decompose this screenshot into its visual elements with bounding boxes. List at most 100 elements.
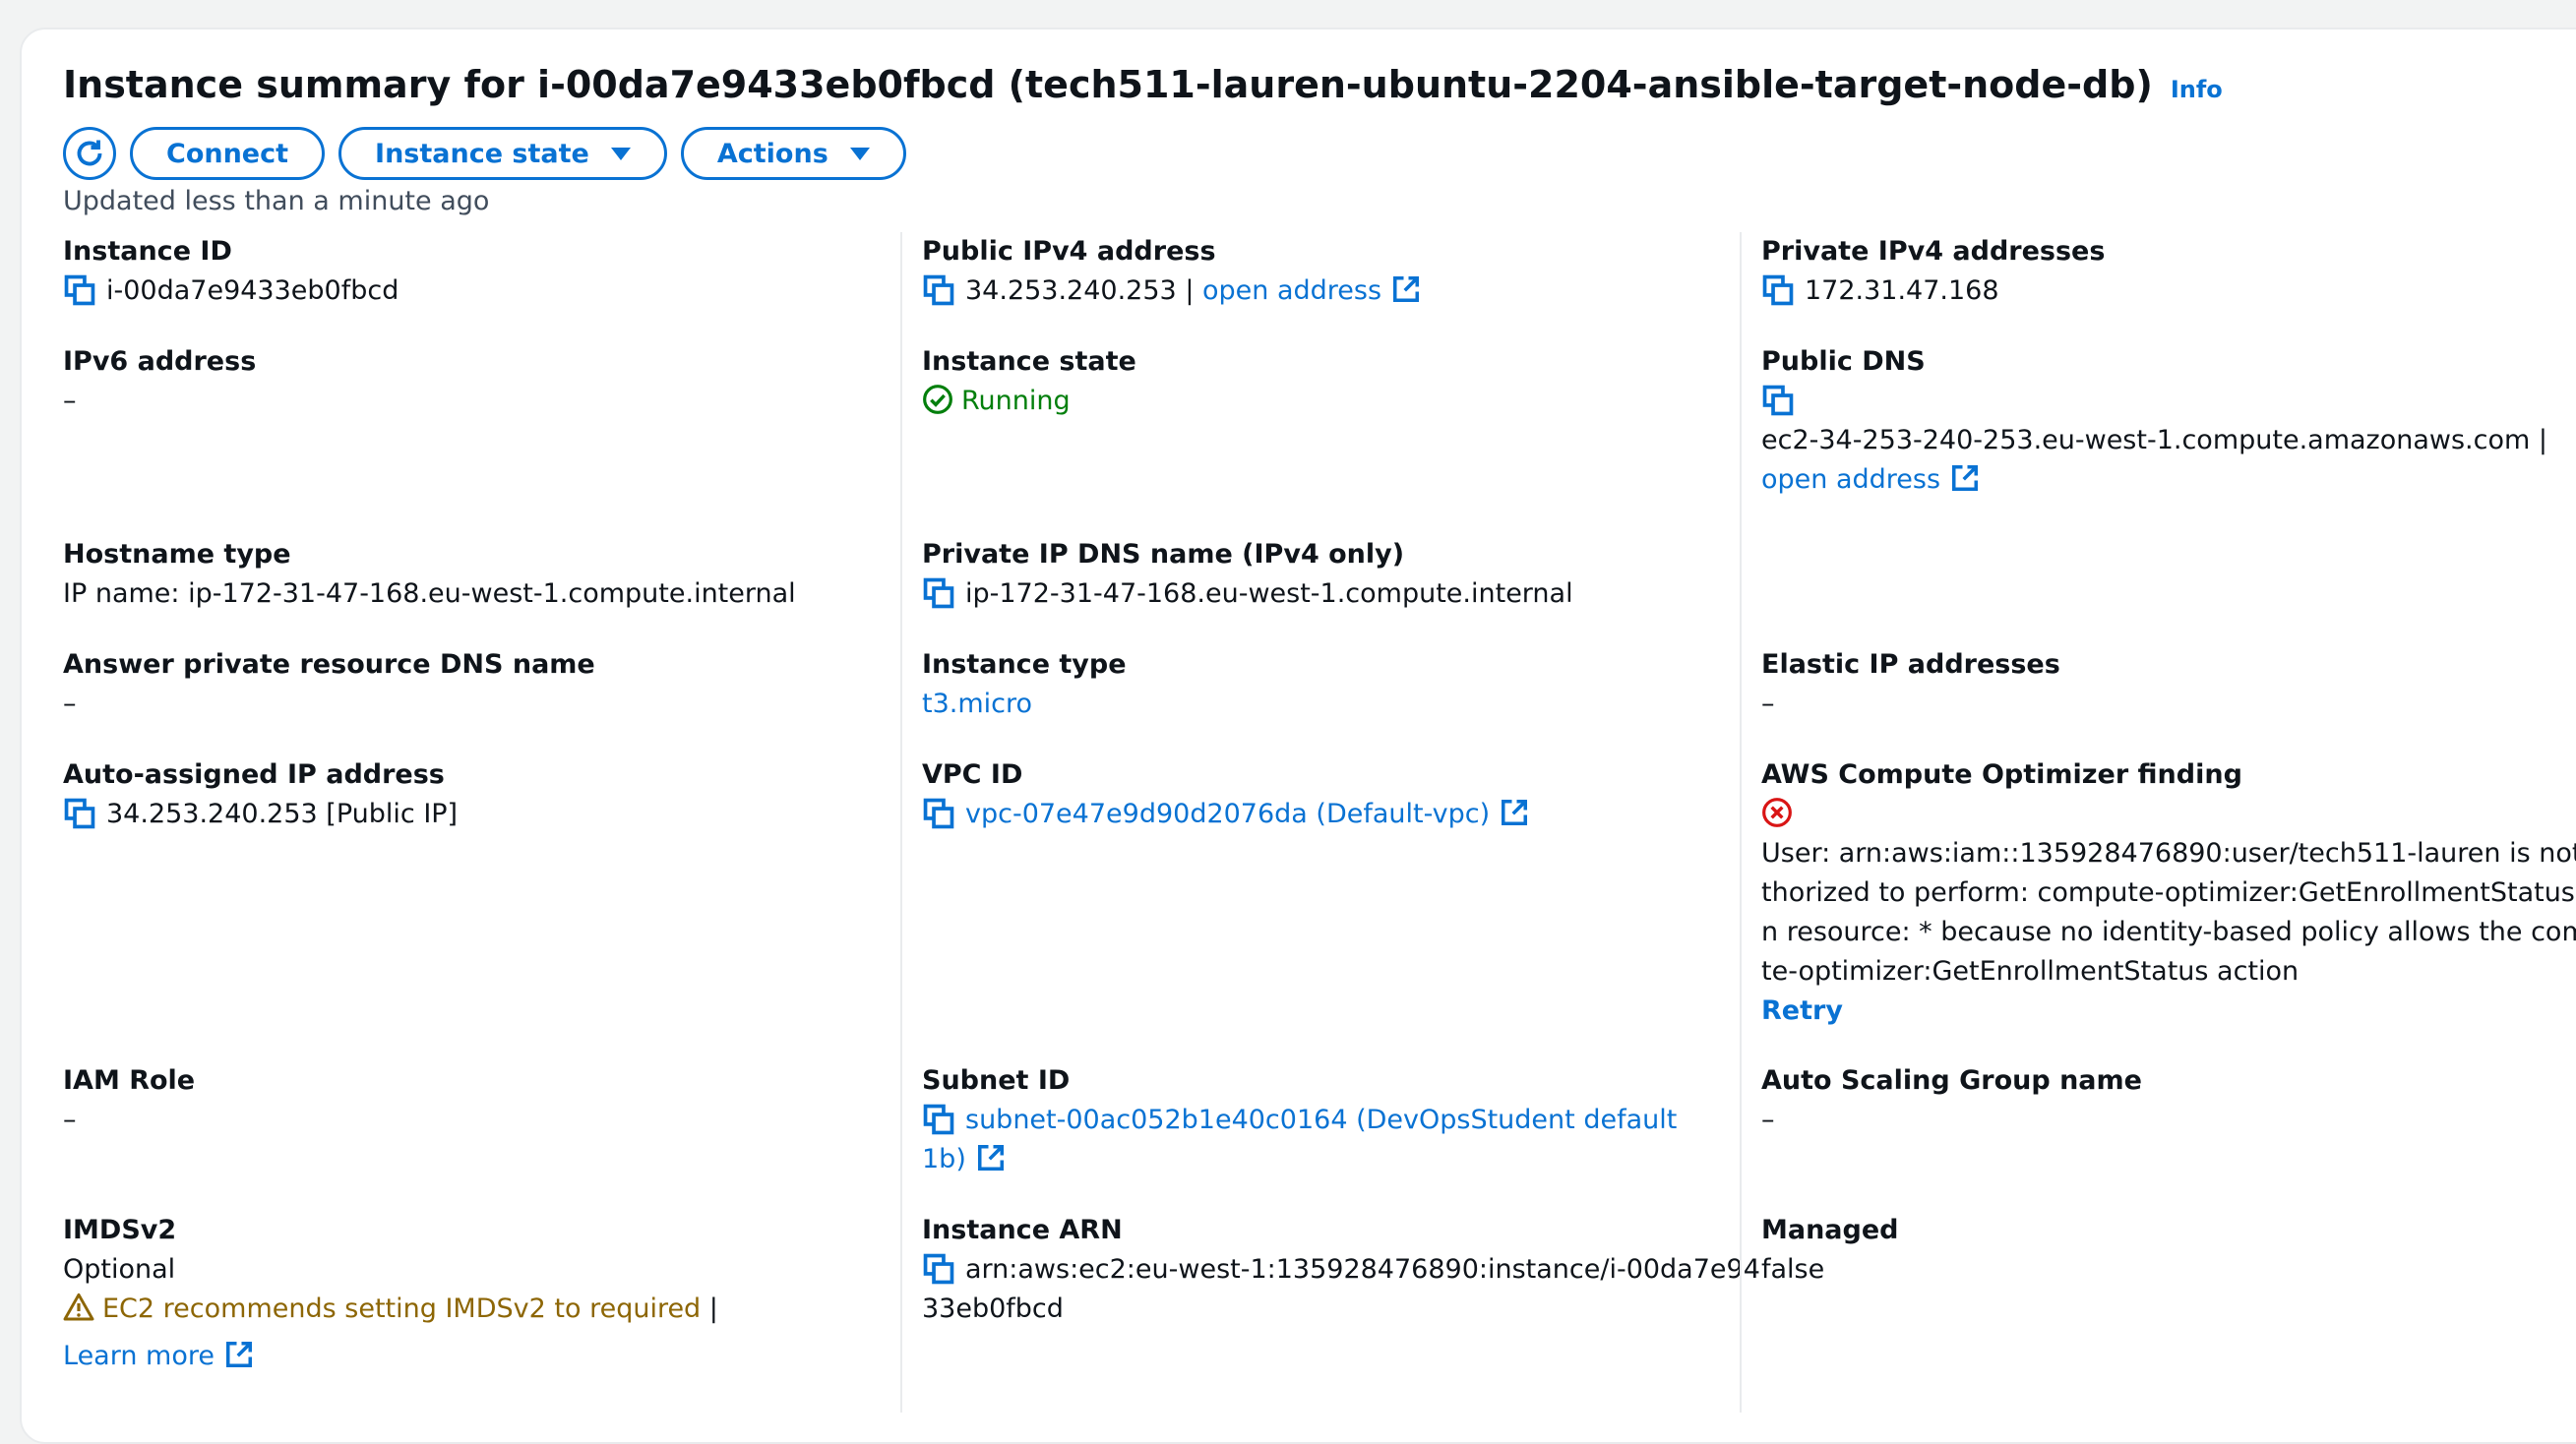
field-private-ip-dns: Private IP DNS name (IPv4 only) ip-172-3…	[922, 535, 1729, 614]
external-link-icon	[976, 1143, 1006, 1173]
field-label: Instance state	[922, 346, 1136, 377]
field-auto-ip: Auto-assigned IP address 34.253.240.253 …	[63, 755, 850, 834]
field-label: Public IPv4 address	[922, 236, 1216, 267]
refresh-icon	[77, 140, 102, 166]
private-ip-dns-value: ip-172-31-47-168.eu-west-1.compute.inter…	[965, 578, 1573, 609]
caret-down-icon	[849, 147, 870, 160]
error-icon	[1762, 797, 1792, 827]
instance-arn-value: arn:aws:ec2:eu-west-1:135928476890:insta…	[965, 1254, 1760, 1285]
field-label: IPv6 address	[63, 346, 257, 377]
field-label: Answer private resource DNS name	[63, 649, 595, 680]
field-label: Private IP DNS name (IPv4 only)	[922, 539, 1405, 570]
learn-more-link[interactable]: Learn more	[63, 1341, 215, 1371]
public-ipv4-value: 34.253.240.253	[965, 275, 1177, 306]
field-instance-state: Instance state Running	[922, 342, 1729, 421]
external-link-icon	[224, 1340, 254, 1369]
copy-icon[interactable]	[63, 273, 96, 307]
field-label: VPC ID	[922, 759, 1023, 790]
field-label: IAM Role	[63, 1065, 196, 1096]
copy-icon[interactable]	[922, 273, 955, 307]
field-instance-arn: Instance ARN arn:aws:ec2:eu-west-1:13592…	[922, 1211, 1760, 1329]
field-hostname-type: Hostname type IP name: ip-172-31-47-168.…	[63, 535, 850, 614]
caret-down-icon	[610, 147, 631, 160]
field-label: Instance type	[922, 649, 1127, 680]
copy-icon[interactable]	[1761, 273, 1795, 307]
field-label: Subnet ID	[922, 1065, 1071, 1096]
page-title-text: Instance summary for i-00da7e9433eb0fbcd…	[63, 63, 2153, 106]
imdsv2-warning: EC2 recommends setting IMDSv2 to require…	[102, 1294, 702, 1324]
public-dns-value: ec2-34-253-240-253.eu-west-1.compute.ama…	[1761, 425, 2531, 455]
field-subnet-id: Subnet ID subnet-00ac052b1e40c0164 (DevO…	[922, 1061, 1729, 1179]
open-address-link[interactable]: open address	[1761, 464, 1940, 495]
field-ipv6: IPv6 address –	[63, 342, 850, 421]
field-vpc-id: VPC ID vpc-07e47e9d90d2076da (Default-vp…	[922, 755, 1729, 834]
subnet-id-link-cont[interactable]: 1b)	[922, 1144, 966, 1174]
refresh-button[interactable]	[63, 127, 116, 180]
field-label: Auto Scaling Group name	[1761, 1065, 2142, 1096]
copy-icon[interactable]	[922, 1252, 955, 1286]
field-instance-id: Instance ID i-00da7e9433eb0fbcd	[63, 232, 850, 311]
details-column-3: Private IPv4 addresses 172.31.47.168 Pub…	[1740, 232, 2576, 1413]
external-link-icon	[1500, 798, 1529, 827]
field-label: Elastic IP addresses	[1761, 649, 2060, 680]
open-address-link[interactable]: open address	[1202, 275, 1381, 306]
subnet-id-link[interactable]: subnet-00ac052b1e40c0164 (DevOpsStudent …	[965, 1105, 1677, 1135]
field-imdsv2: IMDSv2 Optional EC2 recommends setting I…	[63, 1211, 850, 1376]
copy-icon[interactable]	[63, 797, 96, 830]
private-ipv4-value: 172.31.47.168	[1805, 275, 1999, 306]
field-asg-name: Auto Scaling Group name –	[1761, 1061, 2576, 1140]
field-instance-type: Instance type t3.micro	[922, 645, 1729, 724]
field-private-ipv4: Private IPv4 addresses 172.31.47.168	[1761, 232, 2576, 311]
check-circle-icon	[923, 384, 952, 414]
iam-role-value: –	[63, 1105, 77, 1135]
copy-icon[interactable]	[922, 576, 955, 610]
field-label: Private IPv4 addresses	[1761, 236, 2106, 267]
field-answer-dns: Answer private resource DNS name –	[63, 645, 850, 724]
copy-icon[interactable]	[1761, 384, 1795, 417]
actions-label: Actions	[716, 138, 828, 169]
instance-summary-panel: Instance summary for i-00da7e9433eb0fbcd…	[20, 28, 2576, 1444]
hostname-type-value: IP name: ip-172-31-47-168.eu-west-1.comp…	[63, 578, 796, 609]
separator: |	[1185, 275, 1195, 306]
field-public-dns: Public DNS ec2-34-253-240-253.eu-west-1.…	[1761, 342, 2576, 500]
optimizer-error-line: thorized to perform: compute-optimizer:G…	[1761, 877, 2576, 908]
answer-dns-value: –	[63, 689, 77, 719]
field-label: AWS Compute Optimizer finding	[1761, 759, 2242, 790]
field-optimizer-finding: AWS Compute Optimizer finding User: arn:…	[1761, 755, 2576, 1031]
field-label: Managed	[1761, 1215, 1899, 1245]
separator: |	[2538, 425, 2548, 455]
instance-arn-value-cont: 33eb0fbcd	[922, 1294, 1064, 1324]
external-link-icon	[1391, 274, 1421, 304]
optimizer-error-line: User: arn:aws:iam::135928476890:user/tec…	[1761, 838, 2576, 869]
external-link-icon	[1950, 463, 1980, 493]
instance-state-label: Instance state	[375, 138, 589, 169]
ipv6-value: –	[63, 386, 77, 416]
updated-timestamp: Updated less than a minute ago	[63, 186, 490, 216]
details-column-1: Instance ID i-00da7e9433eb0fbcd IPv6 add…	[63, 232, 850, 1413]
optimizer-error-line: n resource: * because no identity-based …	[1761, 917, 2576, 947]
info-link[interactable]: Info	[2171, 64, 2223, 115]
field-label: Auto-assigned IP address	[63, 759, 445, 790]
field-iam-role: IAM Role –	[63, 1061, 850, 1140]
instance-type-link[interactable]: t3.micro	[922, 685, 1729, 724]
copy-icon[interactable]	[922, 797, 955, 830]
retry-link[interactable]: Retry	[1761, 992, 2576, 1031]
instance-state-value: Running	[961, 386, 1071, 416]
field-label: Hostname type	[63, 539, 291, 570]
instance-state-dropdown[interactable]: Instance state	[338, 127, 667, 180]
actions-dropdown[interactable]: Actions	[680, 127, 906, 180]
field-elastic-ip: Elastic IP addresses –	[1761, 645, 2576, 724]
auto-ip-value: 34.253.240.253 [Public IP]	[106, 799, 459, 829]
page-title: Instance summary for i-00da7e9433eb0fbcd…	[63, 59, 2576, 115]
optimizer-error-line: te-optimizer:GetEnrollmentStatus action	[1761, 956, 2300, 987]
toolbar: Connect Instance state Actions	[63, 127, 2576, 180]
connect-button[interactable]: Connect	[130, 127, 326, 180]
field-label: Instance ARN	[922, 1215, 1123, 1245]
vpc-id-link[interactable]: vpc-07e47e9d90d2076da (Default-vpc)	[965, 799, 1490, 829]
copy-icon[interactable]	[922, 1103, 955, 1136]
field-public-ipv4: Public IPv4 address 34.253.240.253 | ope…	[922, 232, 1729, 311]
field-label: Instance ID	[63, 236, 232, 267]
header: Instance summary for i-00da7e9433eb0fbcd…	[63, 59, 2576, 216]
details-column-2: Public IPv4 address 34.253.240.253 | ope…	[900, 232, 1760, 1413]
field-managed: Managed false	[1761, 1211, 2576, 1290]
